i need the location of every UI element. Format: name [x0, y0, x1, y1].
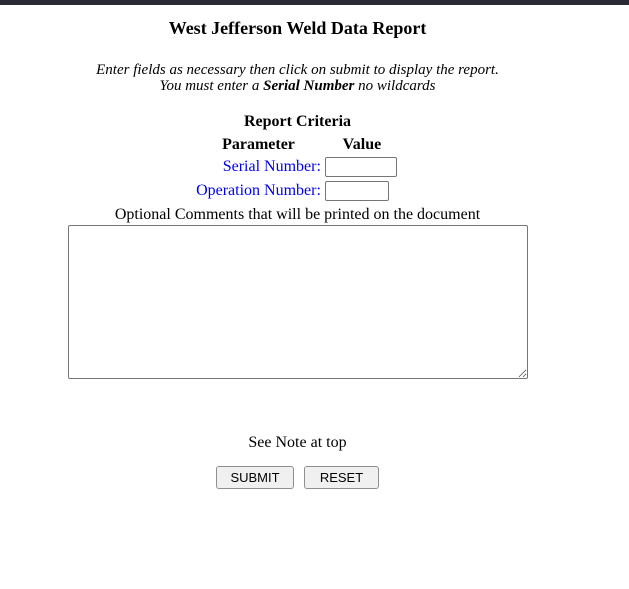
page-title: West Jefferson Weld Data Report [0, 18, 595, 39]
submit-button[interactable]: SUBMIT [216, 466, 294, 489]
parameter-column-header: Parameter [194, 134, 323, 155]
criteria-header-row: Parameter Value [194, 134, 401, 155]
instructions-line2-suffix: no wildcards [354, 78, 435, 94]
instructions-serial-number-emphasis: Serial Number [263, 78, 354, 94]
table-row: Operation Number: [194, 179, 401, 203]
operation-number-label[interactable]: Operation Number: [196, 182, 321, 199]
top-bar [0, 0, 629, 5]
criteria-table: Parameter Value Serial Number: Operation… [194, 134, 401, 203]
table-row: Serial Number: [194, 155, 401, 179]
see-note-text: See Note at top [0, 434, 595, 452]
report-criteria-heading: Report Criteria [0, 113, 595, 131]
instructions-line1: Enter fields as necessary then click on … [96, 62, 499, 78]
button-row: SUBMIT RESET [0, 466, 595, 489]
comments-textarea[interactable] [68, 225, 528, 379]
reset-button[interactable]: RESET [304, 466, 379, 489]
instructions-line2-prefix: You must enter a [159, 78, 263, 94]
instructions: Enter fields as necessary then click on … [0, 62, 595, 94]
value-column-header: Value [323, 134, 401, 155]
serial-number-label[interactable]: Serial Number: [223, 158, 321, 175]
operation-number-input[interactable] [325, 181, 389, 201]
serial-number-input[interactable] [325, 157, 397, 177]
report-form-page: West Jefferson Weld Data Report Enter fi… [0, 18, 595, 489]
comments-label: Optional Comments that will be printed o… [0, 206, 595, 224]
